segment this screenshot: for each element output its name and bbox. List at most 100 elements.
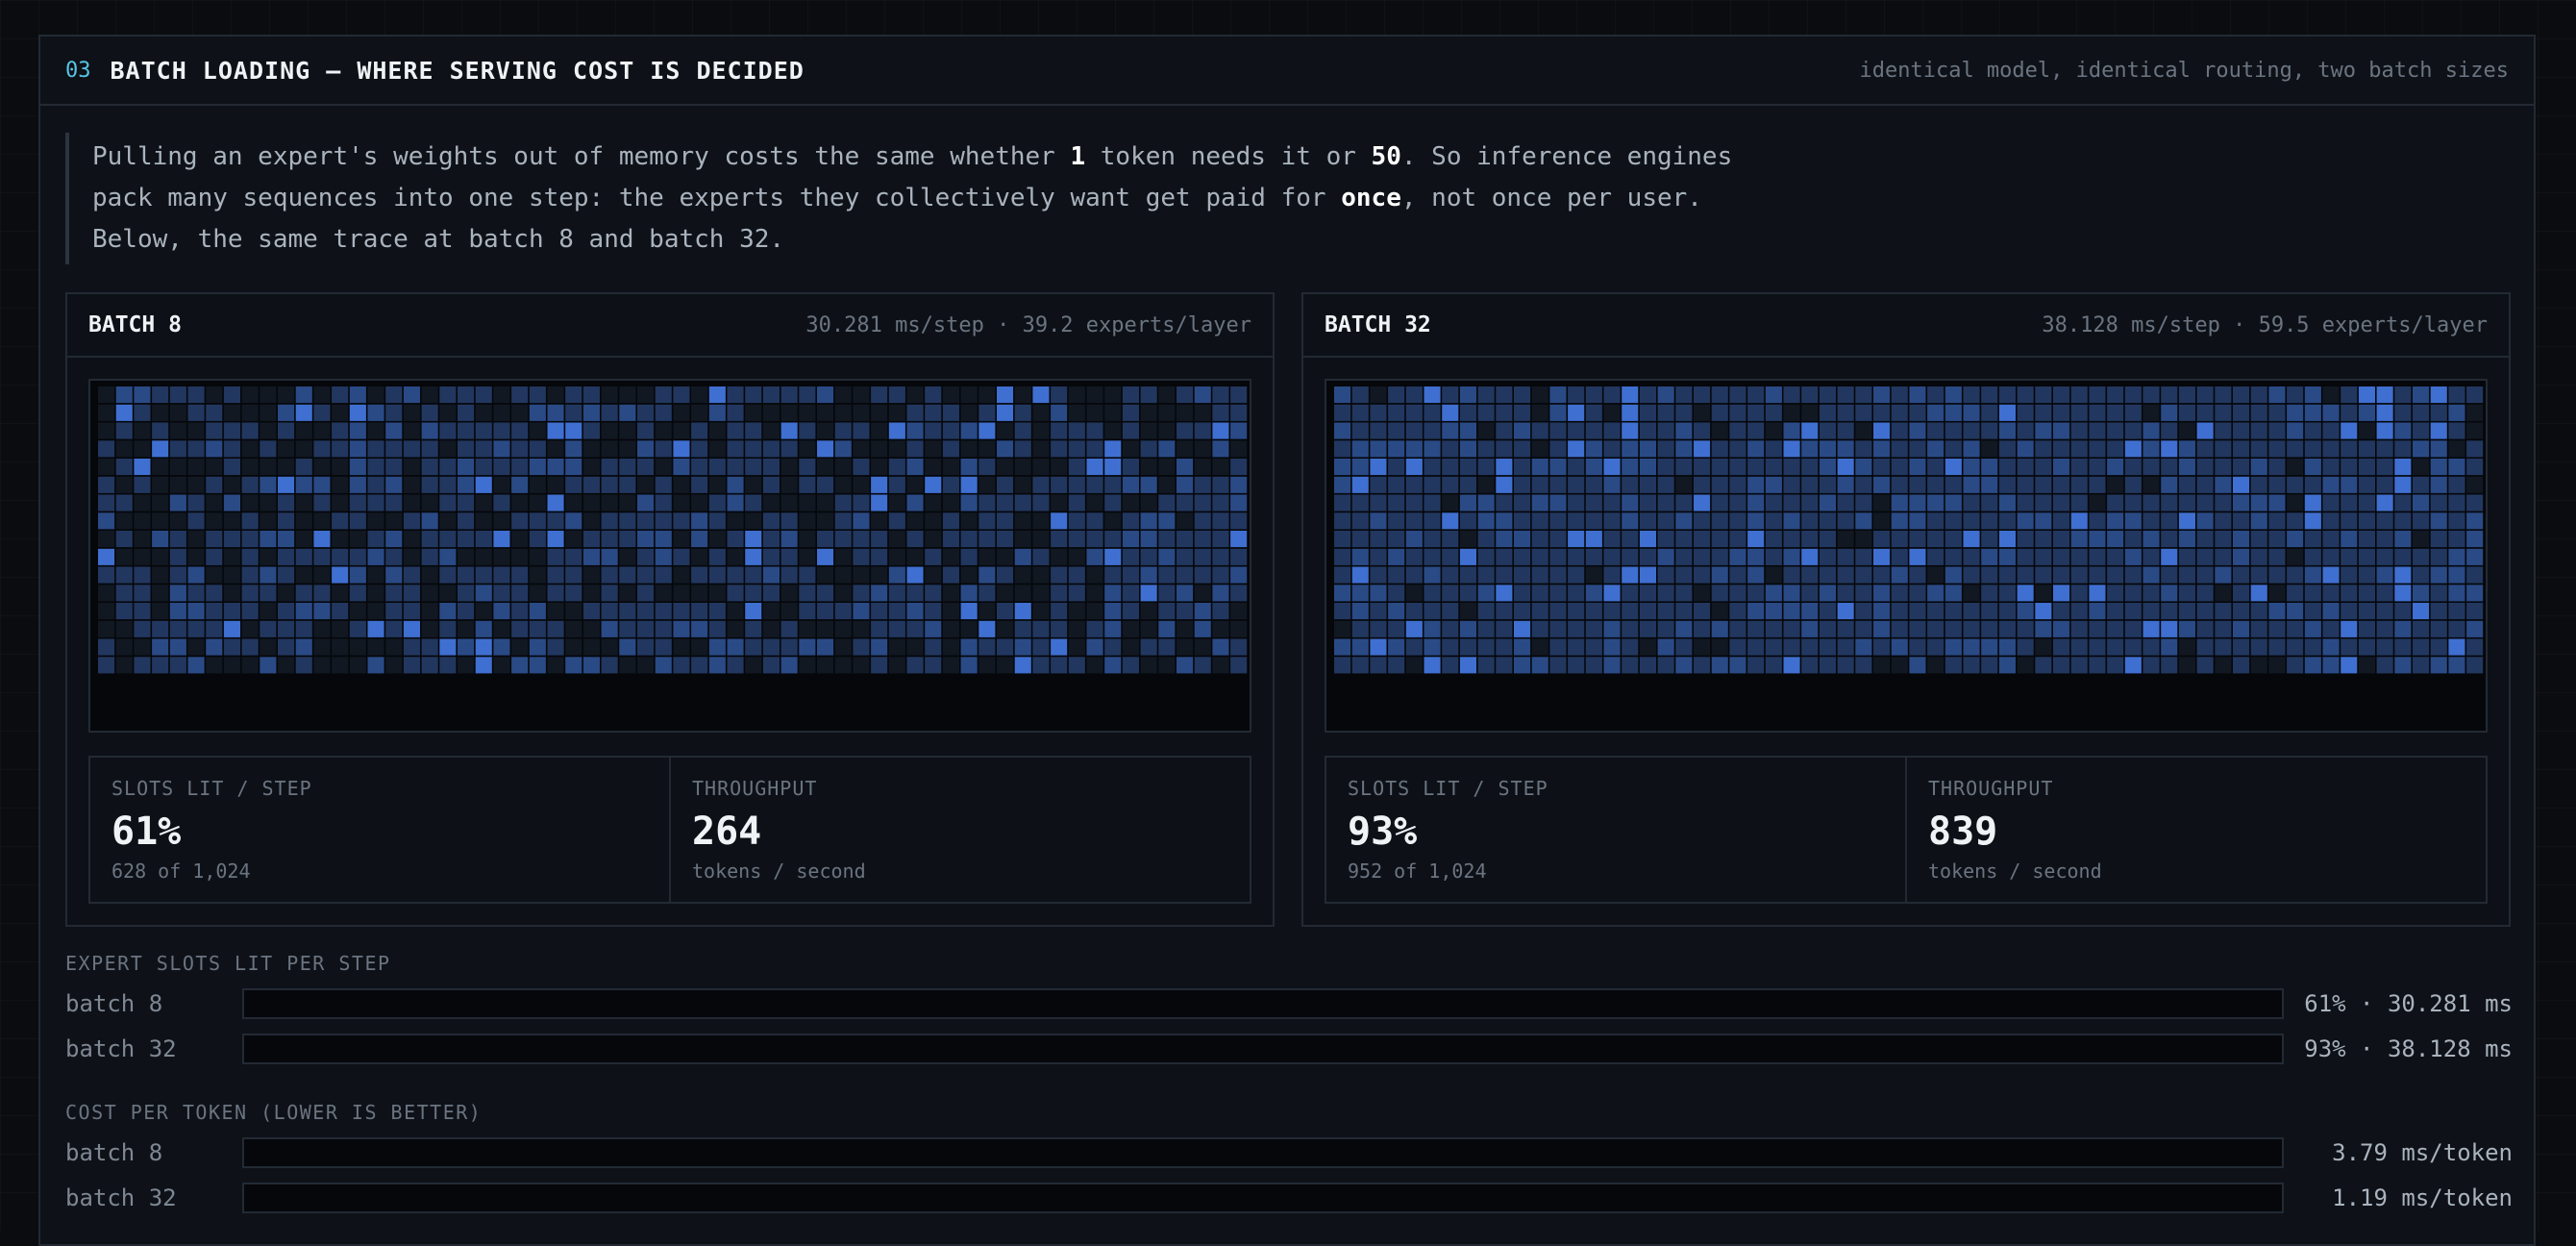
expert-slot-cell	[960, 476, 978, 493]
expert-slot-cell	[1855, 404, 1872, 421]
expert-slot-cell	[1334, 548, 1351, 565]
expert-slot-cell	[888, 548, 905, 565]
expert-slot-cell	[1051, 603, 1068, 620]
expert-slot-cell	[1388, 422, 1405, 439]
expert-slot-cell	[2304, 603, 2321, 620]
expert-slot-cell	[2107, 404, 2124, 421]
expert-slot-cell	[1657, 459, 1674, 476]
expert-slot-cell	[2413, 476, 2430, 493]
expert-slot-cell	[2287, 512, 2304, 530]
expert-slot-cell	[1014, 603, 1031, 620]
expert-slot-cell	[295, 404, 312, 421]
expert-slot-cell	[2322, 494, 2340, 511]
expert-slot-cell	[727, 585, 744, 602]
expert-slot-cell	[1944, 585, 1962, 602]
expert-slot-cell	[2466, 638, 2484, 656]
expert-slot-cell	[1388, 531, 1405, 548]
expert-slot-cell	[1122, 476, 1139, 493]
expert-slot-cell	[1981, 476, 1998, 493]
expert-slot-cell	[1981, 657, 1998, 674]
expert-slot-cell	[2143, 459, 2160, 476]
expert-slot-cell	[98, 422, 115, 439]
expert-slot-cell	[1086, 440, 1103, 458]
expert-slot-cell	[1459, 657, 1476, 674]
expert-slot-cell	[2196, 548, 2214, 565]
expert-slot-cell	[2215, 404, 2232, 421]
expert-slot-cell	[1442, 638, 1459, 656]
chart-title: EXPERT SLOTS LIT PER STEP	[65, 952, 391, 975]
expert-slot-cell	[98, 476, 115, 493]
expert-slot-cell	[1729, 603, 1746, 620]
expert-slot-cell	[1351, 603, 1369, 620]
expert-slot-cell	[978, 531, 996, 548]
expert-slot-cell	[691, 422, 708, 439]
expert-slot-cell	[925, 459, 942, 476]
expert-slot-cell	[2124, 476, 2142, 493]
expert-slot-cell	[241, 494, 259, 511]
expert-slot-cell	[2178, 422, 2195, 439]
expert-slot-cell	[475, 494, 492, 511]
expert-slot-cell	[1496, 620, 1513, 637]
expert-slot-cell	[888, 531, 905, 548]
expert-slot-cell	[655, 386, 672, 404]
expert-slot-cell	[1603, 603, 1621, 620]
expert-slot-cell	[547, 422, 564, 439]
expert-slot-cell	[978, 512, 996, 530]
expert-slot-cell	[134, 657, 151, 674]
expert-slot-cell	[313, 459, 331, 476]
expert-slot-cell	[295, 531, 312, 548]
expert-slot-cell	[745, 603, 762, 620]
expert-slot-cell	[2143, 585, 2160, 602]
expert-slot-cell	[582, 566, 600, 584]
expert-slot-cell	[1334, 494, 1351, 511]
expert-slot-cell	[1694, 585, 1711, 602]
expert-slot-cell	[1585, 386, 1602, 404]
expert-slot-cell	[1177, 459, 1194, 476]
expert-slot-cell	[1514, 459, 1531, 476]
expert-slot-cell	[1783, 404, 1800, 421]
expert-slot-cell	[313, 585, 331, 602]
expert-slot-cell	[1122, 494, 1139, 511]
expert-slot-cell	[278, 620, 295, 637]
expert-slot-cell	[493, 512, 510, 530]
expert-slot-cell	[1104, 386, 1122, 404]
expert-slot-cell	[2161, 512, 2178, 530]
expert-slot-cell	[349, 638, 366, 656]
expert-slot-cell	[2287, 476, 2304, 493]
expert-slot-cell	[1855, 512, 1872, 530]
expert-slot-cell	[1891, 531, 1908, 548]
expert-slot-cell	[1765, 476, 1782, 493]
expert-slot-cell	[2448, 566, 2465, 584]
expert-slot-cell	[906, 566, 924, 584]
expert-slot-cell	[1014, 620, 1031, 637]
expert-slot-cell	[817, 476, 834, 493]
expert-slot-cell	[2161, 657, 2178, 674]
expert-slot-cell	[2035, 386, 2052, 404]
expert-slot-cell	[853, 566, 870, 584]
expert-slot-cell	[241, 620, 259, 637]
expert-slot-cell	[529, 603, 546, 620]
expert-slot-cell	[997, 404, 1014, 421]
expert-slot-cell	[1140, 476, 1157, 493]
expert-slot-cell	[2358, 404, 2375, 421]
expert-slot-cell	[582, 494, 600, 511]
expert-slot-cell	[2070, 638, 2088, 656]
expert-slot-cell	[1177, 386, 1194, 404]
bar-row: batch 32 1.19 ms/token	[65, 1175, 2513, 1220]
expert-slot-cell	[2143, 476, 2160, 493]
expert-slot-cell	[1122, 603, 1139, 620]
expert-slot-cell	[2413, 404, 2430, 421]
expert-slot-cell	[458, 440, 475, 458]
expert-slot-cell	[241, 603, 259, 620]
expert-slot-cell	[1158, 386, 1176, 404]
expert-slot-cell	[1405, 459, 1423, 476]
expert-slot-cell	[691, 657, 708, 674]
expert-slot-cell	[1927, 585, 1944, 602]
expert-slot-cell	[1230, 531, 1248, 548]
expert-slot-cell	[349, 620, 366, 637]
expert-slot-cell	[1603, 548, 1621, 565]
expert-slot-cell	[960, 422, 978, 439]
expert-slot-cell	[871, 603, 888, 620]
expert-slot-cell	[2250, 422, 2267, 439]
expert-slot-cell	[637, 531, 655, 548]
